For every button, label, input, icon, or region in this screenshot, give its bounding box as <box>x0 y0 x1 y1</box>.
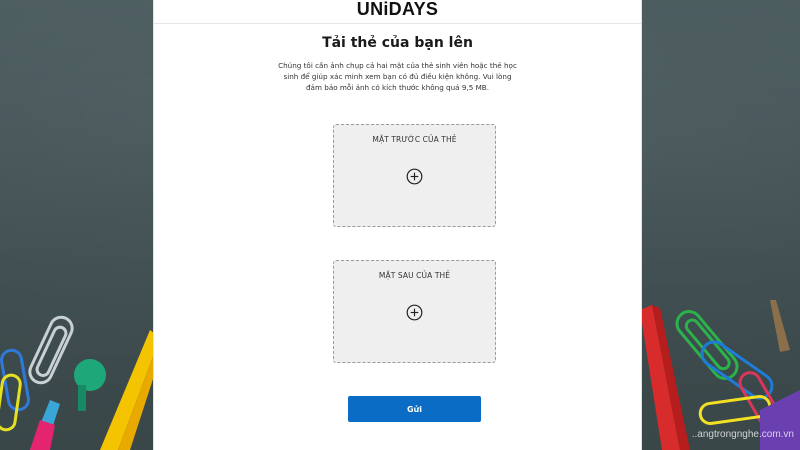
back-card-label: MẶT SAU CỦA THẺ <box>378 271 451 280</box>
plus-circle-icon[interactable] <box>406 304 423 321</box>
instructions-text: Chúng tôi cần ảnh chụp cả hai mặt của th… <box>278 61 517 92</box>
watermark-text: ..angtrongnghe.com.vn <box>691 429 794 440</box>
upload-card-panel: UNiDAYS Tải thẻ của bạn lên Chúng tôi cầ… <box>153 0 642 450</box>
front-card-label: MẶT TRƯỚC CỦA THẺ <box>372 135 457 144</box>
school-supplies-left-decoration <box>0 315 155 450</box>
header-bar: UNiDAYS <box>154 0 641 24</box>
submit-button[interactable]: Gửi <box>348 396 481 422</box>
school-supplies-right-decoration <box>640 300 800 450</box>
unidays-logo[interactable]: UNiDAYS <box>357 0 438 20</box>
plus-circle-icon[interactable] <box>406 168 423 185</box>
front-card-upload-area[interactable]: MẶT TRƯỚC CỦA THẺ <box>333 124 496 227</box>
back-card-upload-area[interactable]: MẶT SAU CỦA THẺ <box>333 260 496 363</box>
page-title: Tải thẻ của bạn lên <box>322 35 473 51</box>
